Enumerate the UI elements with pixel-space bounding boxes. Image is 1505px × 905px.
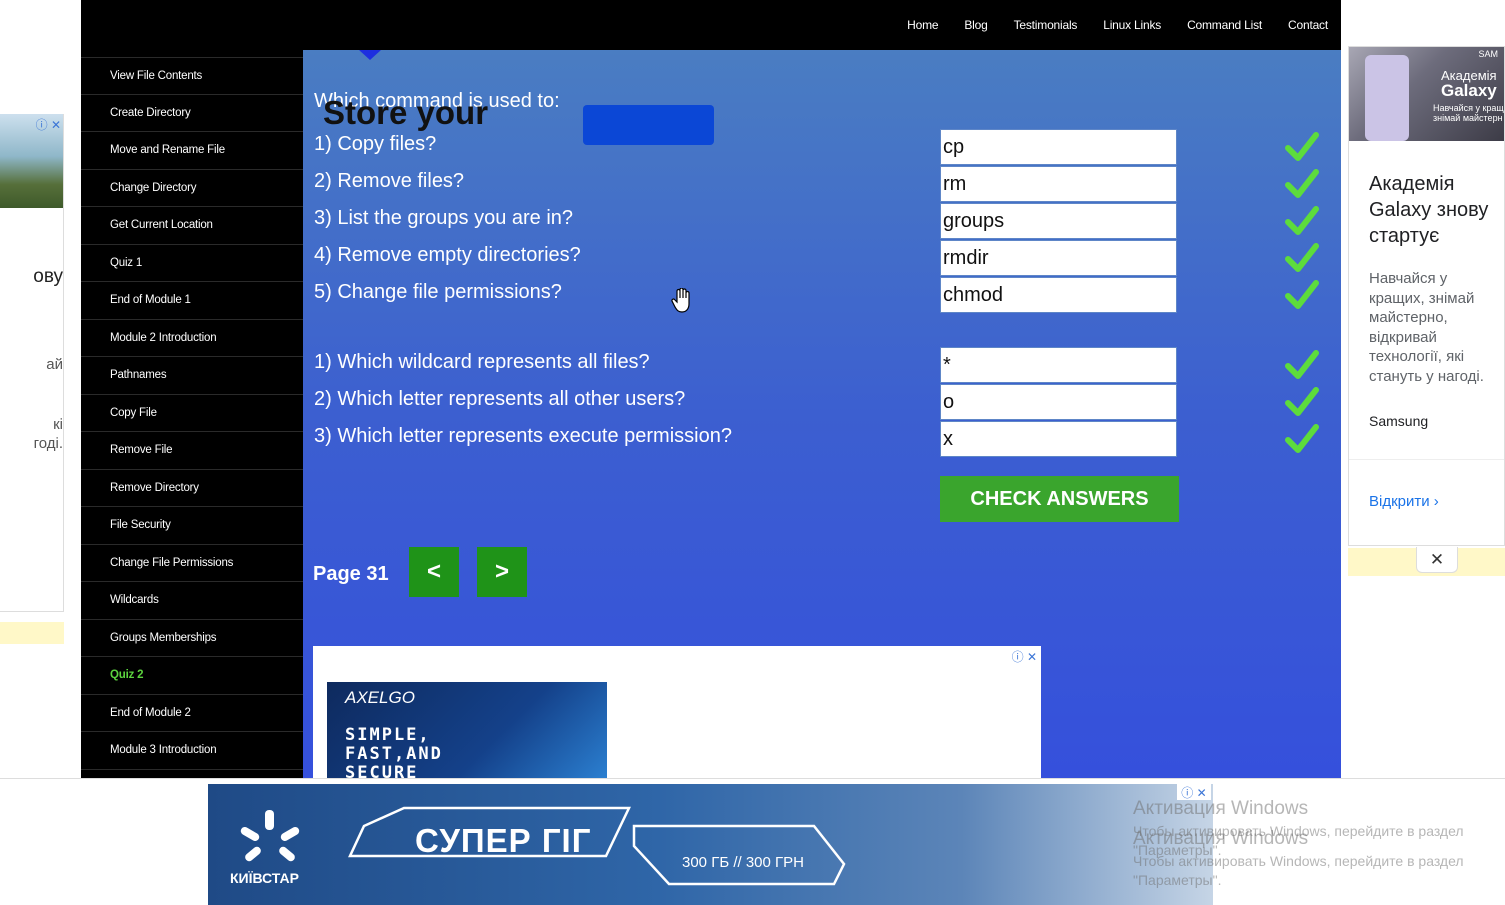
inline-ad-tagline: SIMPLE, FAST,AND SECURE	[345, 725, 443, 779]
question-text: 5) Change file permissions?	[314, 281, 562, 303]
correct-checkmark-icon	[1285, 132, 1319, 162]
question-text: 2) Which letter represents all other use…	[314, 388, 686, 410]
answer-input[interactable]	[940, 129, 1177, 165]
sidebar-item[interactable]: Create Directory	[81, 95, 303, 132]
right-ad-open-label: Відкрити	[1369, 493, 1430, 510]
nav-blog-link[interactable]: Blog	[964, 18, 987, 32]
right-ad-open-link[interactable]: Відкрити ›	[1369, 493, 1439, 510]
sidebar-item[interactable]: Get Current Location	[81, 207, 303, 245]
right-ad-body: Навчайся у кращих, знімай майстерно, від…	[1369, 270, 1484, 385]
bottom-ad-title: СУПЕР ГІГ	[415, 822, 592, 859]
correct-checkmark-icon	[1285, 206, 1319, 236]
sidebar-item[interactable]: Wildcards	[81, 582, 303, 620]
inline-ad[interactable]: ⓘ ✕ AXELGO SIMPLE, FAST,AND SECURE	[313, 646, 1041, 778]
sidebar-item[interactable]: Quiz 1	[81, 245, 303, 282]
left-ad-text-fragment: кі	[53, 416, 63, 433]
quiz-panel: Which command is used to: 1) Copy files?…	[303, 50, 1341, 778]
nav-command-list-link[interactable]: Command List	[1187, 18, 1262, 32]
next-page-button[interactable]: >	[477, 547, 527, 597]
correct-checkmark-icon	[1285, 169, 1319, 199]
right-ad-image-line3: Навчайся у кращ знімай майстерн	[1433, 103, 1504, 123]
answer-input[interactable]	[940, 166, 1177, 202]
bottom-banner-ad[interactable]: ⓘ ✕ КИЇВСТАР СУПЕР ГІГ 300 ГБ // 300 ГРН	[208, 784, 1213, 905]
ad-choices-icon[interactable]: ⓘ ✕	[1012, 648, 1037, 665]
answer-input[interactable]	[940, 277, 1177, 313]
answer-input[interactable]	[940, 421, 1177, 457]
bottom-ad-brand: КИЇВСТАР	[230, 870, 299, 886]
question-text: 2) Remove files?	[314, 170, 465, 192]
inline-ad-brand: AXELGO	[345, 688, 415, 707]
right-ad-advertiser: Samsung	[1369, 413, 1429, 429]
check-answers-button[interactable]: CHECK ANSWERS	[940, 476, 1179, 522]
sidebar-item[interactable]: Remove File	[81, 432, 303, 470]
correct-checkmark-icon	[1285, 350, 1319, 380]
correct-checkmark-icon	[1285, 424, 1319, 454]
nav-testimonials-link[interactable]: Testimonials	[1014, 18, 1078, 32]
correct-checkmark-icon	[1285, 243, 1319, 273]
sidebar-item[interactable]: File Security	[81, 507, 303, 545]
nav-linux-links-link[interactable]: Linux Links	[1103, 18, 1161, 32]
left-ad-text-fragment: годі.	[33, 435, 63, 452]
top-navbar: Home Blog Testimonials Linux Links Comma…	[81, 0, 1341, 50]
windows-watermark-title: Активация Windows	[1133, 828, 1309, 849]
sidebar-item[interactable]: Module 3 Introduction	[81, 732, 303, 770]
windows-watermark-title: Активация Windows	[1133, 798, 1309, 819]
main-nav: Home Blog Testimonials Linux Links Comma…	[907, 0, 1328, 50]
left-ad-strip	[0, 622, 64, 644]
chevron-right-icon: ›	[1433, 493, 1439, 510]
answer-input[interactable]	[940, 240, 1177, 276]
sidebar-item[interactable]: End of Module 1	[81, 282, 303, 320]
previous-page-button[interactable]: <	[409, 547, 459, 597]
menu-pointer	[359, 50, 381, 60]
sidebar-item[interactable]: Copy File	[81, 395, 303, 432]
inline-ad-image[interactable]: AXELGO SIMPLE, FAST,AND SECURE	[327, 682, 607, 778]
sidebar-item[interactable]: Change Directory	[81, 170, 303, 207]
question-text: 1) Copy files?	[314, 133, 437, 155]
left-side-ad[interactable]: ⓘ ✕ ову ай кі годі.	[0, 114, 64, 612]
windows-watermark-line: Чтобы активировать Windows, перейдите в …	[1133, 853, 1464, 869]
bottom-ad-price: 300 ГБ // 300 ГРН	[682, 854, 804, 871]
sidebar-item[interactable]: Module 2 Introduction	[81, 320, 303, 357]
nav-contact-link[interactable]: Contact	[1288, 18, 1328, 32]
right-ad-image-line2: Galaxy	[1441, 81, 1497, 100]
answer-input[interactable]	[940, 203, 1177, 239]
phone-image	[1365, 55, 1409, 141]
answer-input[interactable]	[940, 384, 1177, 420]
correct-checkmark-icon	[1285, 387, 1319, 417]
answer-input[interactable]	[940, 347, 1177, 383]
correct-checkmark-icon	[1285, 280, 1319, 310]
right-side-ad[interactable]: SAM Академія Galaxy Навчайся у кращ знім…	[1348, 46, 1505, 546]
sidebar-item[interactable]: End of Module 2	[81, 695, 303, 732]
left-ad-text-fragment: ову	[33, 266, 63, 287]
course-sidebar: View File Contents Create Directory Move a…	[81, 50, 303, 778]
close-ad-button[interactable]: ✕	[1416, 547, 1458, 573]
nav-home-link[interactable]: Home	[907, 18, 938, 32]
sidebar-item[interactable]: Move and Rename File	[81, 132, 303, 170]
right-ad-divider	[1349, 459, 1504, 460]
left-ad-text-fragment: ай	[46, 356, 63, 373]
sidebar-item[interactable]: Quiz 2	[81, 657, 303, 695]
right-ad-headline[interactable]: Академія Galaxy знову стартує	[1369, 171, 1501, 249]
sidebar-item[interactable]: View File Contents	[81, 57, 303, 95]
sidebar-item[interactable]: Groups Memberships	[81, 620, 303, 657]
inline-ad-headline[interactable]: Store your	[323, 94, 488, 132]
question-text: 1) Which wildcard represents all files?	[314, 351, 650, 373]
inline-ad-cta-button[interactable]	[583, 105, 714, 145]
question-text: 3) List the groups you are in?	[314, 207, 574, 229]
right-ad-image[interactable]: SAM Академія Galaxy Навчайся у кращ знім…	[1349, 47, 1504, 141]
hand-cursor-icon	[671, 288, 690, 313]
right-ad-image-brand: SAM	[1478, 49, 1498, 59]
sidebar-item[interactable]: Pathnames	[81, 357, 303, 395]
question-text: 3) Which letter represents execute permi…	[314, 425, 732, 447]
page-number: Page 31	[313, 563, 389, 585]
windows-watermark-line: "Параметры".	[1133, 872, 1222, 888]
question-text: 4) Remove empty directories?	[314, 244, 581, 266]
left-ad-choices-icon[interactable]: ⓘ ✕	[36, 116, 61, 133]
sidebar-item[interactable]: Change File Permissions	[81, 545, 303, 582]
sidebar-item[interactable]: Remove Directory	[81, 470, 303, 507]
